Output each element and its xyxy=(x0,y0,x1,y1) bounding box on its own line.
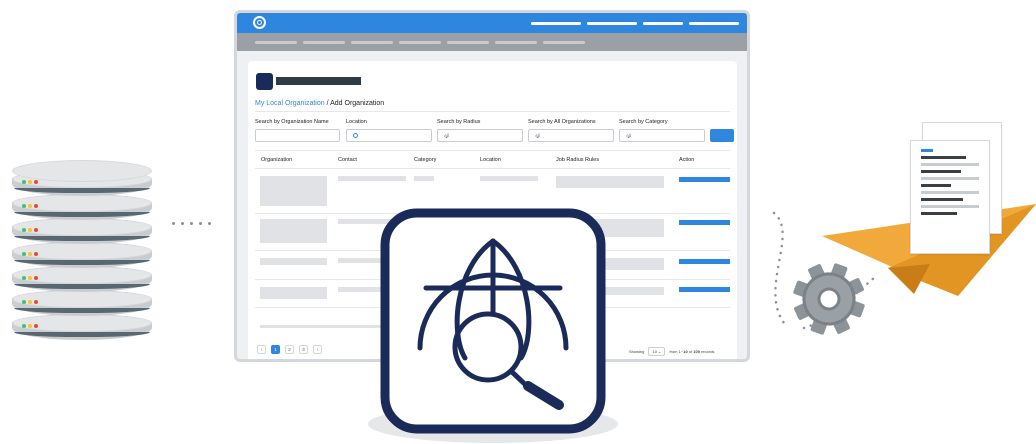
chevron-down-icon: ⌄ xyxy=(444,134,450,140)
sub-nav-item[interactable] xyxy=(255,41,297,44)
document-front xyxy=(910,140,990,254)
action-button[interactable] xyxy=(679,177,730,182)
page-1-button[interactable]: 1 xyxy=(271,345,280,354)
cell-placeholder xyxy=(338,176,406,181)
page-icon xyxy=(256,73,273,90)
chevron-down-icon: ⌄ xyxy=(626,134,632,140)
col-category: Category xyxy=(414,157,437,163)
category-select[interactable]: All ⌄ xyxy=(619,129,705,142)
sub-nav-item[interactable] xyxy=(543,41,585,44)
sub-nav-item[interactable] xyxy=(399,41,441,44)
nav-item[interactable] xyxy=(689,22,739,25)
sub-nav-item[interactable] xyxy=(495,41,537,44)
breadcrumb-link[interactable]: My Local Organization xyxy=(255,100,325,107)
prev-page-button[interactable]: ‹ xyxy=(257,345,266,354)
cell-placeholder xyxy=(260,219,327,243)
cell-placeholder xyxy=(260,176,327,206)
total-records: 100 xyxy=(693,349,700,354)
nav-item[interactable] xyxy=(531,22,581,25)
sub-nav-item[interactable] xyxy=(447,41,489,44)
location-input[interactable] xyxy=(346,129,432,142)
of-text: of xyxy=(688,349,693,354)
cell-placeholder xyxy=(556,176,664,188)
cell-placeholder xyxy=(414,176,434,181)
org-name-label: Search by Organization Name xyxy=(255,119,329,125)
database-stack-icon xyxy=(0,0,170,444)
globe-search-icon xyxy=(380,208,606,434)
records-summary: Showing 10 ⌄ from 1~10 of 100 records xyxy=(629,347,714,356)
breadcrumb-current: Add Organization xyxy=(330,100,385,107)
page-size-value: 10 xyxy=(652,349,657,354)
action-button[interactable] xyxy=(679,259,730,264)
col-action: Action xyxy=(679,157,695,163)
nav-item[interactable] xyxy=(643,22,683,25)
paper-plane-documents-icon xyxy=(818,118,1036,308)
organizations-label: Search by All Organizations xyxy=(528,119,596,125)
page-title-placeholder xyxy=(276,77,361,85)
col-contact: Contact xyxy=(338,157,357,163)
sub-nav-item[interactable] xyxy=(351,41,393,44)
chevron-down-icon: ⌄ xyxy=(535,134,541,140)
divider xyxy=(255,150,730,151)
radius-label: Search by Radius xyxy=(437,119,481,125)
nav-item[interactable] xyxy=(587,22,637,25)
page-2-button[interactable]: 2 xyxy=(285,345,294,354)
radius-select[interactable]: All ⌄ xyxy=(437,129,523,142)
organizations-select[interactable]: All ⌄ xyxy=(528,129,614,142)
divider xyxy=(255,111,730,112)
cell-placeholder xyxy=(480,176,538,181)
action-button[interactable] xyxy=(679,220,730,225)
next-page-button[interactable]: › xyxy=(313,345,322,354)
page-size-select[interactable]: 10 ⌄ xyxy=(648,347,666,356)
location-label: Location xyxy=(346,119,367,125)
sub-nav-item[interactable] xyxy=(303,41,345,44)
col-location: Location xyxy=(480,157,501,163)
sub-navbar xyxy=(237,33,747,51)
app-logo-icon[interactable] xyxy=(253,16,266,29)
top-navbar xyxy=(237,13,747,33)
col-organization: Organization xyxy=(261,157,293,163)
showing-label: Showing xyxy=(629,349,645,354)
cell-placeholder xyxy=(260,287,327,299)
col-job-radius-rules: Job Radius Rules xyxy=(556,157,600,163)
horizontal-scrollbar[interactable] xyxy=(260,325,386,328)
range-end: 10 xyxy=(683,349,688,354)
breadcrumb: My Local Organization / Add Organization xyxy=(255,100,384,107)
search-button[interactable] xyxy=(710,129,734,142)
cell-placeholder xyxy=(260,258,327,265)
category-label: Search by Category xyxy=(619,119,668,125)
page-3-button[interactable]: 3 xyxy=(299,345,308,354)
records-text: records xyxy=(701,349,715,354)
action-button[interactable] xyxy=(679,287,730,292)
org-name-input[interactable] xyxy=(255,129,340,142)
location-loading-icon xyxy=(353,133,358,138)
connector-dots-left xyxy=(172,212,217,230)
from-text: from xyxy=(669,349,678,354)
divider xyxy=(255,168,730,169)
